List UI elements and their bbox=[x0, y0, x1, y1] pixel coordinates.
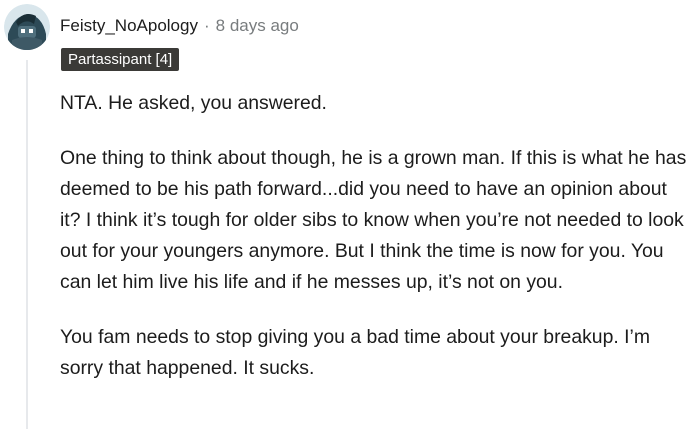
user-flair-badge: Partassipant [4] bbox=[61, 48, 180, 71]
comment-paragraph: NTA. He asked, you answered. bbox=[60, 92, 327, 114]
username-link[interactable]: Feisty_NoApology bbox=[60, 16, 198, 36]
thread-line[interactable] bbox=[26, 60, 28, 429]
comment-paragraph: One thing to think about though, he is a… bbox=[60, 147, 687, 293]
separator-dot: · bbox=[203, 16, 210, 35]
comment-card: Feisty_NoApology · 8 days ago Partassipa… bbox=[0, 0, 700, 429]
comment-paragraph: You fam needs to stop giving you a bad t… bbox=[60, 326, 650, 379]
user-avatar[interactable] bbox=[4, 4, 50, 50]
comment-header: Feisty_NoApology · 8 days ago bbox=[60, 14, 299, 38]
comment-body: NTA. He asked, you answered. One thing t… bbox=[60, 88, 692, 408]
timestamp-link[interactable]: 8 days ago bbox=[216, 16, 299, 36]
robot-avatar-icon bbox=[4, 4, 50, 50]
